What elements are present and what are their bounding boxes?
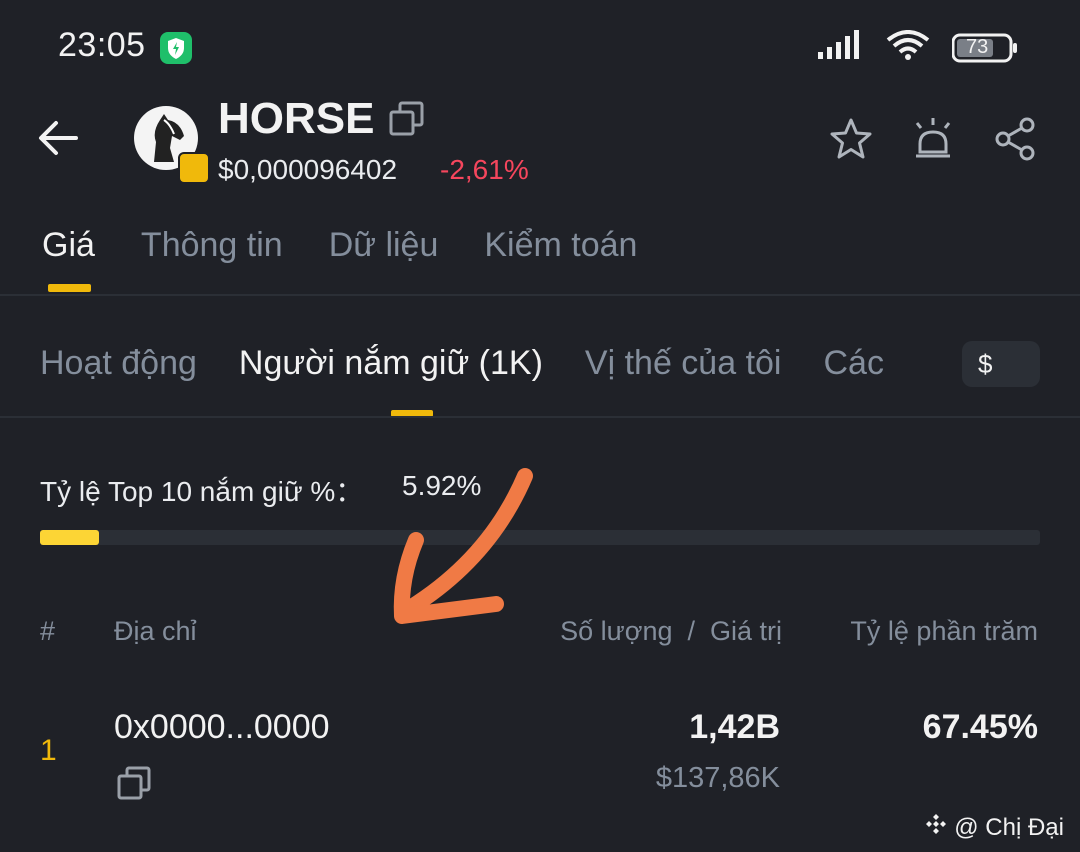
tab-gia[interactable]: Giá: [42, 226, 95, 265]
header-actions: [828, 116, 1038, 167]
chain-badge-icon: [178, 152, 210, 184]
token-price: $0,000096402: [218, 154, 398, 185]
copy-icon[interactable]: [388, 100, 426, 143]
watermark-text: @ Chị Đại: [954, 813, 1064, 841]
arrow-left-icon: [39, 121, 78, 155]
column-rank: #: [40, 616, 56, 646]
token-name: HORSE: [218, 94, 375, 143]
top10-label: Tỷ lệ Top 10 nắm giữ %：: [40, 476, 364, 507]
battery-icon: 73: [952, 33, 1018, 63]
tab-thong-tin[interactable]: Thông tin: [141, 226, 283, 265]
status-time: 23:05: [58, 26, 146, 64]
sub-tabs: Hoạt động Người nắm giữ (1K) Vị thế của …: [40, 344, 884, 383]
tab-vi-the[interactable]: Vị thế của tôi: [585, 344, 782, 383]
alert-icon[interactable]: [910, 116, 956, 167]
row-address: 0x0000...0000: [114, 708, 330, 746]
price-change: -2,61%: [440, 154, 529, 185]
divider: [0, 416, 1080, 418]
wifi-icon: [886, 30, 930, 65]
annotation-arrow: [380, 458, 550, 643]
binance-logo-icon: [924, 812, 948, 843]
row-value: $137,86K: [655, 762, 780, 794]
watermark: @ Chị Đại: [924, 812, 1064, 843]
main-tab-indicator: [48, 284, 91, 292]
row-rank: 1: [40, 734, 57, 767]
dollar-icon: $: [978, 349, 993, 379]
top10-progress-fill: [40, 530, 99, 545]
battery-level: 73: [966, 35, 989, 58]
tab-cac[interactable]: Các: [823, 344, 883, 383]
column-amount: Số lượng / Giá trị: [560, 616, 782, 646]
shield-icon: [160, 32, 192, 64]
main-tabs: Giá Thông tin Dữ liệu Kiểm toán: [42, 226, 637, 265]
column-address: Địa chỉ: [114, 616, 197, 646]
tab-kiem-toan[interactable]: Kiểm toán: [484, 226, 637, 265]
divider: [0, 294, 1080, 296]
tab-du-lieu[interactable]: Dữ liệu: [329, 226, 439, 265]
column-percent: Tỷ lệ phần trăm: [850, 616, 1038, 646]
star-icon[interactable]: [828, 116, 874, 167]
share-icon[interactable]: [992, 116, 1038, 167]
currency-toggle[interactable]: [962, 341, 1040, 387]
status-icons: 73: [818, 30, 1018, 65]
signal-icon: [818, 30, 864, 65]
back-button[interactable]: [36, 118, 80, 163]
tab-nguoi-nam-giu[interactable]: Người nắm giữ (1K): [239, 344, 543, 383]
copy-icon[interactable]: [116, 765, 152, 806]
tab-hoat-dong[interactable]: Hoạt động: [40, 344, 197, 383]
row-percent: 67.45%: [922, 708, 1038, 746]
row-quantity: 1,42B: [689, 708, 780, 746]
